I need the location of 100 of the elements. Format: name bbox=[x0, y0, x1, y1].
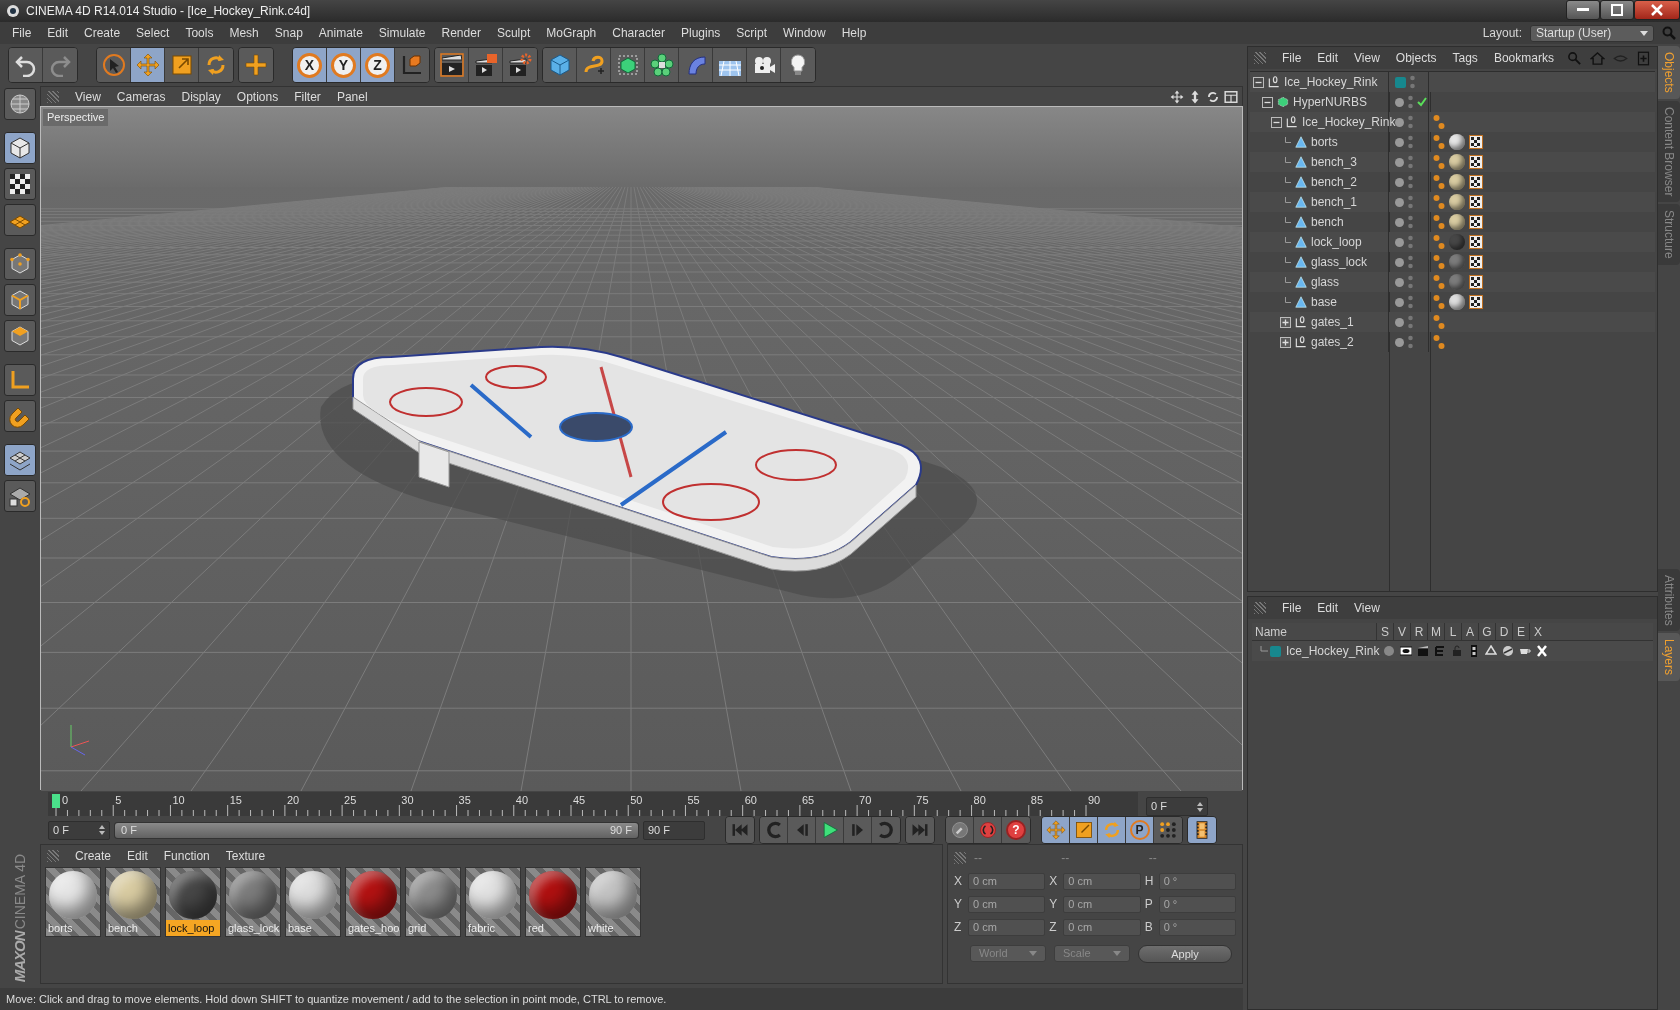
visibility-toggles-icon[interactable] bbox=[1408, 95, 1413, 109]
visibility-toggles-icon[interactable] bbox=[1408, 275, 1413, 289]
solo-dot-icon[interactable] bbox=[1382, 645, 1395, 657]
visibility-dot-icon[interactable] bbox=[1395, 97, 1404, 107]
layer-color-swatch[interactable] bbox=[1270, 645, 1281, 657]
polygons-mode-button[interactable] bbox=[4, 320, 36, 352]
view-menu-item[interactable]: Panel bbox=[328, 87, 376, 106]
phong-tag-icon[interactable] bbox=[1433, 154, 1445, 170]
column-header[interactable]: A bbox=[1461, 623, 1478, 640]
move-tool-button[interactable] bbox=[131, 48, 165, 82]
play-button[interactable] bbox=[816, 817, 844, 843]
object-menu-item[interactable]: View bbox=[1346, 49, 1388, 67]
texture-mode-button[interactable] bbox=[4, 168, 36, 200]
material-tag-icon[interactable] bbox=[1449, 194, 1465, 210]
key-parameter-button[interactable]: P bbox=[1126, 817, 1154, 843]
layer-menu-item[interactable]: View bbox=[1346, 599, 1388, 617]
visibility-toggles-icon[interactable] bbox=[1408, 295, 1413, 309]
phong-tag-icon[interactable] bbox=[1433, 274, 1445, 290]
panel-grip-handle[interactable] bbox=[47, 850, 59, 862]
render-picture-button[interactable] bbox=[469, 48, 503, 82]
spinner-arrows-icon[interactable] bbox=[1197, 801, 1203, 812]
menu-item[interactable]: Select bbox=[128, 24, 178, 42]
phong-tag-icon[interactable] bbox=[1433, 114, 1445, 130]
axis-lock-button[interactable]: Z bbox=[361, 48, 395, 82]
material-tag-icon[interactable] bbox=[1449, 214, 1465, 230]
undo-button[interactable] bbox=[9, 48, 43, 82]
texture-tag-icon[interactable] bbox=[1469, 135, 1483, 149]
model-mode-button[interactable] bbox=[4, 132, 36, 164]
menu-item[interactable]: Help bbox=[833, 24, 875, 42]
workplane-lock-button[interactable] bbox=[4, 480, 36, 512]
visibility-dot-icon[interactable] bbox=[1395, 237, 1404, 247]
key-help-button[interactable]: ? bbox=[1002, 817, 1030, 843]
clapperboard-icon[interactable] bbox=[1416, 645, 1429, 657]
object-menu-item[interactable]: Edit bbox=[1309, 49, 1347, 67]
texture-tag-icon[interactable] bbox=[1469, 215, 1483, 229]
scale-tool-button[interactable] bbox=[165, 48, 199, 82]
record-key-button[interactable] bbox=[946, 817, 974, 843]
timeline-button[interactable] bbox=[1188, 817, 1216, 843]
phong-tag-icon[interactable] bbox=[1433, 174, 1445, 190]
menu-item[interactable]: Snap bbox=[266, 24, 311, 42]
column-header[interactable]: Name bbox=[1252, 623, 1376, 640]
material-menu-item[interactable]: Create bbox=[67, 847, 120, 865]
phong-tag-icon[interactable] bbox=[1433, 294, 1445, 310]
material-swatch[interactable]: white bbox=[585, 867, 641, 937]
collapse-toggle-icon[interactable] bbox=[1253, 76, 1264, 88]
visibility-toggles-icon[interactable] bbox=[1408, 155, 1413, 169]
key-scale-button[interactable] bbox=[1070, 817, 1098, 843]
coordinate-system-button[interactable] bbox=[395, 48, 429, 82]
visibility-dot-icon[interactable] bbox=[1395, 157, 1404, 167]
coordinate-field[interactable]: 0 ° bbox=[1158, 918, 1236, 936]
close-button[interactable] bbox=[1634, 0, 1680, 20]
column-header[interactable]: S bbox=[1376, 623, 1393, 640]
visibility-dot-icon[interactable] bbox=[1395, 297, 1404, 307]
spline-button[interactable] bbox=[577, 48, 611, 82]
visibility-dot-icon[interactable] bbox=[1395, 337, 1404, 347]
menu-item[interactable]: Sculpt bbox=[488, 24, 539, 42]
texture-tag-icon[interactable] bbox=[1469, 255, 1483, 269]
coordinate-field[interactable]: 0 cm bbox=[1063, 918, 1141, 936]
menu-item[interactable]: Script bbox=[728, 24, 775, 42]
autokey-button[interactable] bbox=[974, 817, 1002, 843]
coordinate-field[interactable]: 0 cm bbox=[1063, 895, 1141, 913]
render-view-button[interactable] bbox=[435, 48, 469, 82]
texture-tag-icon[interactable] bbox=[1469, 155, 1483, 169]
texture-tag-icon[interactable] bbox=[1469, 175, 1483, 189]
phong-tag-icon[interactable] bbox=[1433, 194, 1445, 210]
deformer-icon[interactable] bbox=[1501, 645, 1514, 657]
menu-item[interactable]: Create bbox=[76, 24, 129, 42]
visibility-toggles-icon[interactable] bbox=[1408, 175, 1413, 189]
visibility-toggles-icon[interactable] bbox=[1410, 75, 1415, 89]
menu-item[interactable]: MoGraph bbox=[538, 24, 605, 42]
camera-button[interactable] bbox=[747, 48, 781, 82]
panel-grip-handle[interactable] bbox=[1254, 52, 1266, 64]
menu-item[interactable]: Render bbox=[433, 24, 489, 42]
axis-mode-button[interactable] bbox=[4, 364, 36, 396]
visibility-dot-icon[interactable] bbox=[1395, 197, 1404, 207]
texture-tag-icon[interactable] bbox=[1469, 235, 1483, 249]
phong-tag-icon[interactable] bbox=[1433, 134, 1445, 150]
object-menu-item[interactable]: Tags bbox=[1444, 49, 1486, 67]
object-name[interactable]: bench bbox=[1311, 213, 1344, 231]
snapping-button[interactable] bbox=[4, 444, 36, 476]
key-position-button[interactable] bbox=[1042, 817, 1070, 843]
live-selection-button[interactable] bbox=[97, 48, 131, 82]
texture-tag-icon[interactable] bbox=[1469, 275, 1483, 289]
visibility-dot-icon[interactable] bbox=[1395, 177, 1404, 187]
frame-ruler[interactable]: 0 5 10 15 20 25 30 35 40 45 50 55 60 65 70 75 80 85 90 bbox=[48, 792, 1138, 816]
menu-item[interactable]: Edit bbox=[39, 24, 77, 42]
start-frame-field[interactable]: 0 F bbox=[48, 820, 110, 840]
visibility-toggles-icon[interactable] bbox=[1408, 195, 1413, 209]
edges-mode-button[interactable] bbox=[4, 284, 36, 316]
object-name[interactable]: gates_2 bbox=[1311, 333, 1354, 351]
visibility-toggles-icon[interactable] bbox=[1408, 255, 1413, 269]
go-to-start-button[interactable] bbox=[726, 817, 754, 843]
panel-grip-handle[interactable] bbox=[954, 852, 966, 864]
tweak-mode-button[interactable] bbox=[4, 400, 36, 432]
object-name[interactable]: bench_2 bbox=[1311, 173, 1358, 191]
phong-tag-icon[interactable] bbox=[1433, 334, 1445, 350]
expand-toggle-icon[interactable] bbox=[1280, 336, 1291, 348]
column-header[interactable]: L bbox=[1444, 623, 1461, 640]
pan-arrows-icon[interactable] bbox=[1170, 89, 1184, 104]
panel-grip-handle[interactable] bbox=[1254, 602, 1266, 614]
